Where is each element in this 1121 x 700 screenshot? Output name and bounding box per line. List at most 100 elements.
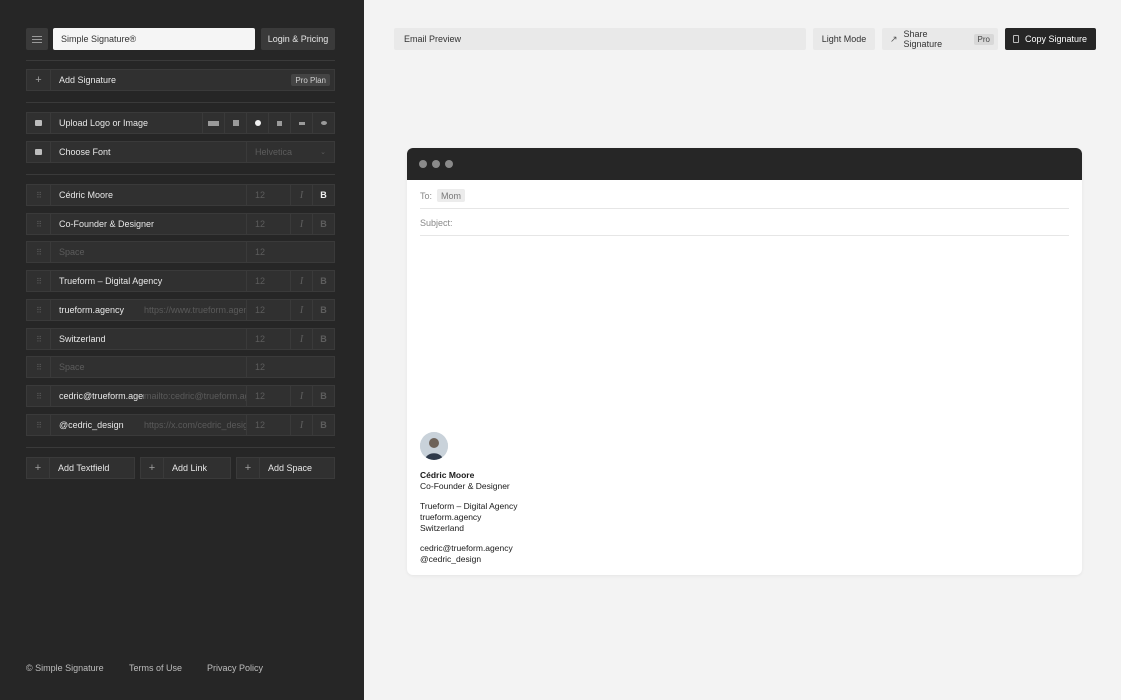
logo-wide-icon[interactable]: [202, 113, 224, 133]
to-label: To:: [420, 191, 433, 201]
signature-name: Cédric Moore: [420, 470, 475, 480]
plus-icon: +: [237, 458, 260, 478]
bold-toggle[interactable]: B: [312, 300, 334, 320]
field-text-input[interactable]: Trueform – Digital Agency: [50, 271, 246, 291]
login-pricing-button[interactable]: Login & Pricing: [261, 28, 335, 50]
align-left-icon[interactable]: [268, 113, 290, 133]
bold-toggle[interactable]: B: [312, 329, 334, 349]
italic-toggle[interactable]: I: [290, 214, 312, 234]
share-signature-button[interactable]: ↗ Share Signature Pro: [882, 28, 998, 50]
bold-toggle[interactable]: B: [312, 185, 334, 205]
plus-icon: +: [141, 458, 164, 478]
add-space-label: Add Space: [268, 463, 313, 473]
align-top-icon[interactable]: [290, 113, 312, 133]
copy-label: Copy Signature: [1025, 34, 1088, 44]
field-row: ⠿ Cédric Moore 12 I B: [26, 184, 335, 206]
hide-logo-icon[interactable]: [312, 113, 334, 133]
font-size-input[interactable]: 12: [246, 214, 290, 234]
space-row: ⠿ Space 12: [26, 356, 335, 378]
font-size-input[interactable]: 12: [246, 357, 334, 377]
signature-website[interactable]: trueform.agency: [420, 512, 517, 523]
field-text-input[interactable]: Co-Founder & Designer: [50, 214, 246, 234]
italic-toggle[interactable]: I: [290, 300, 312, 320]
logo-circle-icon[interactable]: [246, 113, 268, 133]
add-link-button[interactable]: + Add Link: [140, 457, 231, 479]
italic-toggle[interactable]: I: [290, 271, 312, 291]
field-text-input[interactable]: Switzerland: [50, 329, 246, 349]
window-titlebar: [407, 148, 1082, 180]
window-dot-icon: [432, 160, 440, 168]
pro-badge: Pro: [973, 33, 994, 45]
signature-title: Co-Founder & Designer: [420, 481, 510, 491]
font-size-input[interactable]: 12: [246, 242, 334, 262]
font-size-input[interactable]: 12: [246, 386, 290, 406]
drag-handle-icon[interactable]: ⠿: [27, 214, 50, 234]
footer-terms-link[interactable]: Terms of Use: [129, 663, 182, 673]
field-row: ⠿ trueform.agency https://www.trueform.age…: [26, 299, 335, 321]
signature-country: Switzerland: [420, 523, 464, 533]
drag-handle-icon[interactable]: ⠿: [27, 271, 50, 291]
add-textfield-button[interactable]: + Add Textfield: [26, 457, 135, 479]
field-row: ⠿ Switzerland 12 I B: [26, 328, 335, 350]
font-size-input[interactable]: 12: [246, 185, 290, 205]
field-text-input[interactable]: cedric@trueform.agency: [50, 386, 144, 406]
italic-toggle[interactable]: I: [290, 329, 312, 349]
upload-logo-button[interactable]: Upload Logo or Image: [50, 113, 202, 133]
signature-social[interactable]: @cedric_design: [420, 554, 517, 565]
pro-plan-badge: Pro Plan: [291, 74, 330, 86]
font-size-input[interactable]: 12: [246, 415, 290, 435]
font-size-input[interactable]: 12: [246, 329, 290, 349]
field-text-input[interactable]: Cédric Moore: [50, 185, 246, 205]
italic-toggle[interactable]: I: [290, 386, 312, 406]
font-size-input[interactable]: 12: [246, 271, 290, 291]
divider: [420, 208, 1069, 209]
menu-icon[interactable]: [26, 28, 48, 50]
font-select-value: Helvetica: [255, 147, 293, 157]
italic-toggle[interactable]: I: [290, 185, 312, 205]
drag-handle-icon[interactable]: ⠿: [27, 329, 50, 349]
drag-handle-icon[interactable]: ⠿: [27, 386, 50, 406]
field-text-input[interactable]: trueform.agency: [50, 300, 144, 320]
bold-toggle[interactable]: B: [312, 214, 334, 234]
copy-signature-button[interactable]: Copy Signature: [1005, 28, 1096, 50]
subject-label: Subject:: [420, 218, 453, 228]
choose-font-label: Choose Font: [50, 142, 246, 162]
share-icon: ↗: [890, 33, 898, 44]
drag-handle-icon[interactable]: ⠿: [27, 242, 50, 262]
signature-email[interactable]: cedric@trueform.agency: [420, 543, 517, 554]
field-text-input[interactable]: Space: [50, 357, 246, 377]
field-link-input[interactable]: https://x.com/cedric_design: [144, 415, 246, 435]
bold-toggle[interactable]: B: [312, 386, 334, 406]
divider: [420, 235, 1069, 236]
drag-handle-icon[interactable]: ⠿: [27, 357, 50, 377]
divider: [26, 174, 335, 175]
field-text-input[interactable]: @cedric_design: [50, 415, 144, 435]
light-mode-button[interactable]: Light Mode: [813, 28, 875, 50]
drag-handle-icon[interactable]: ⠿: [27, 300, 50, 320]
font-row: Choose Font Helvetica ⌄: [26, 141, 335, 163]
add-signature-button[interactable]: + Add Signature Pro Plan: [26, 69, 335, 91]
plus-icon: +: [35, 74, 42, 86]
font-size-input[interactable]: 12: [246, 300, 290, 320]
italic-toggle[interactable]: I: [290, 415, 312, 435]
drag-handle-icon[interactable]: ⠿: [27, 415, 50, 435]
field-row: ⠿ Trueform – Digital Agency 12 I B: [26, 270, 335, 292]
font-select[interactable]: Helvetica ⌄: [246, 142, 334, 162]
bold-toggle[interactable]: B: [312, 415, 334, 435]
field-link-input[interactable]: https://www.trueform.agency: [144, 300, 246, 320]
divider: [26, 447, 335, 448]
drag-handle-icon[interactable]: ⠿: [27, 185, 50, 205]
email-preview-window: To: Mom Subject: Cédric Moore Co-Founder…: [407, 148, 1082, 575]
add-space-button[interactable]: + Add Space: [236, 457, 335, 479]
recipient-chip[interactable]: Mom: [437, 189, 465, 202]
field-row: ⠿cedric@trueform.agencymailto:cedric@tru…: [26, 385, 335, 407]
field-link-input[interactable]: mailto:cedric@trueform.agency: [144, 386, 246, 406]
footer-privacy-link[interactable]: Privacy Policy: [207, 663, 263, 673]
email-preview-tab[interactable]: Email Preview: [394, 28, 806, 50]
site-title[interactable]: Simple Signature®: [53, 28, 255, 50]
space-row: ⠿ Space 12: [26, 241, 335, 263]
field-text-input[interactable]: Space: [50, 242, 246, 262]
chevron-down-icon: ⌄: [320, 149, 326, 156]
bold-toggle[interactable]: B: [312, 271, 334, 291]
logo-square-icon[interactable]: [224, 113, 246, 133]
